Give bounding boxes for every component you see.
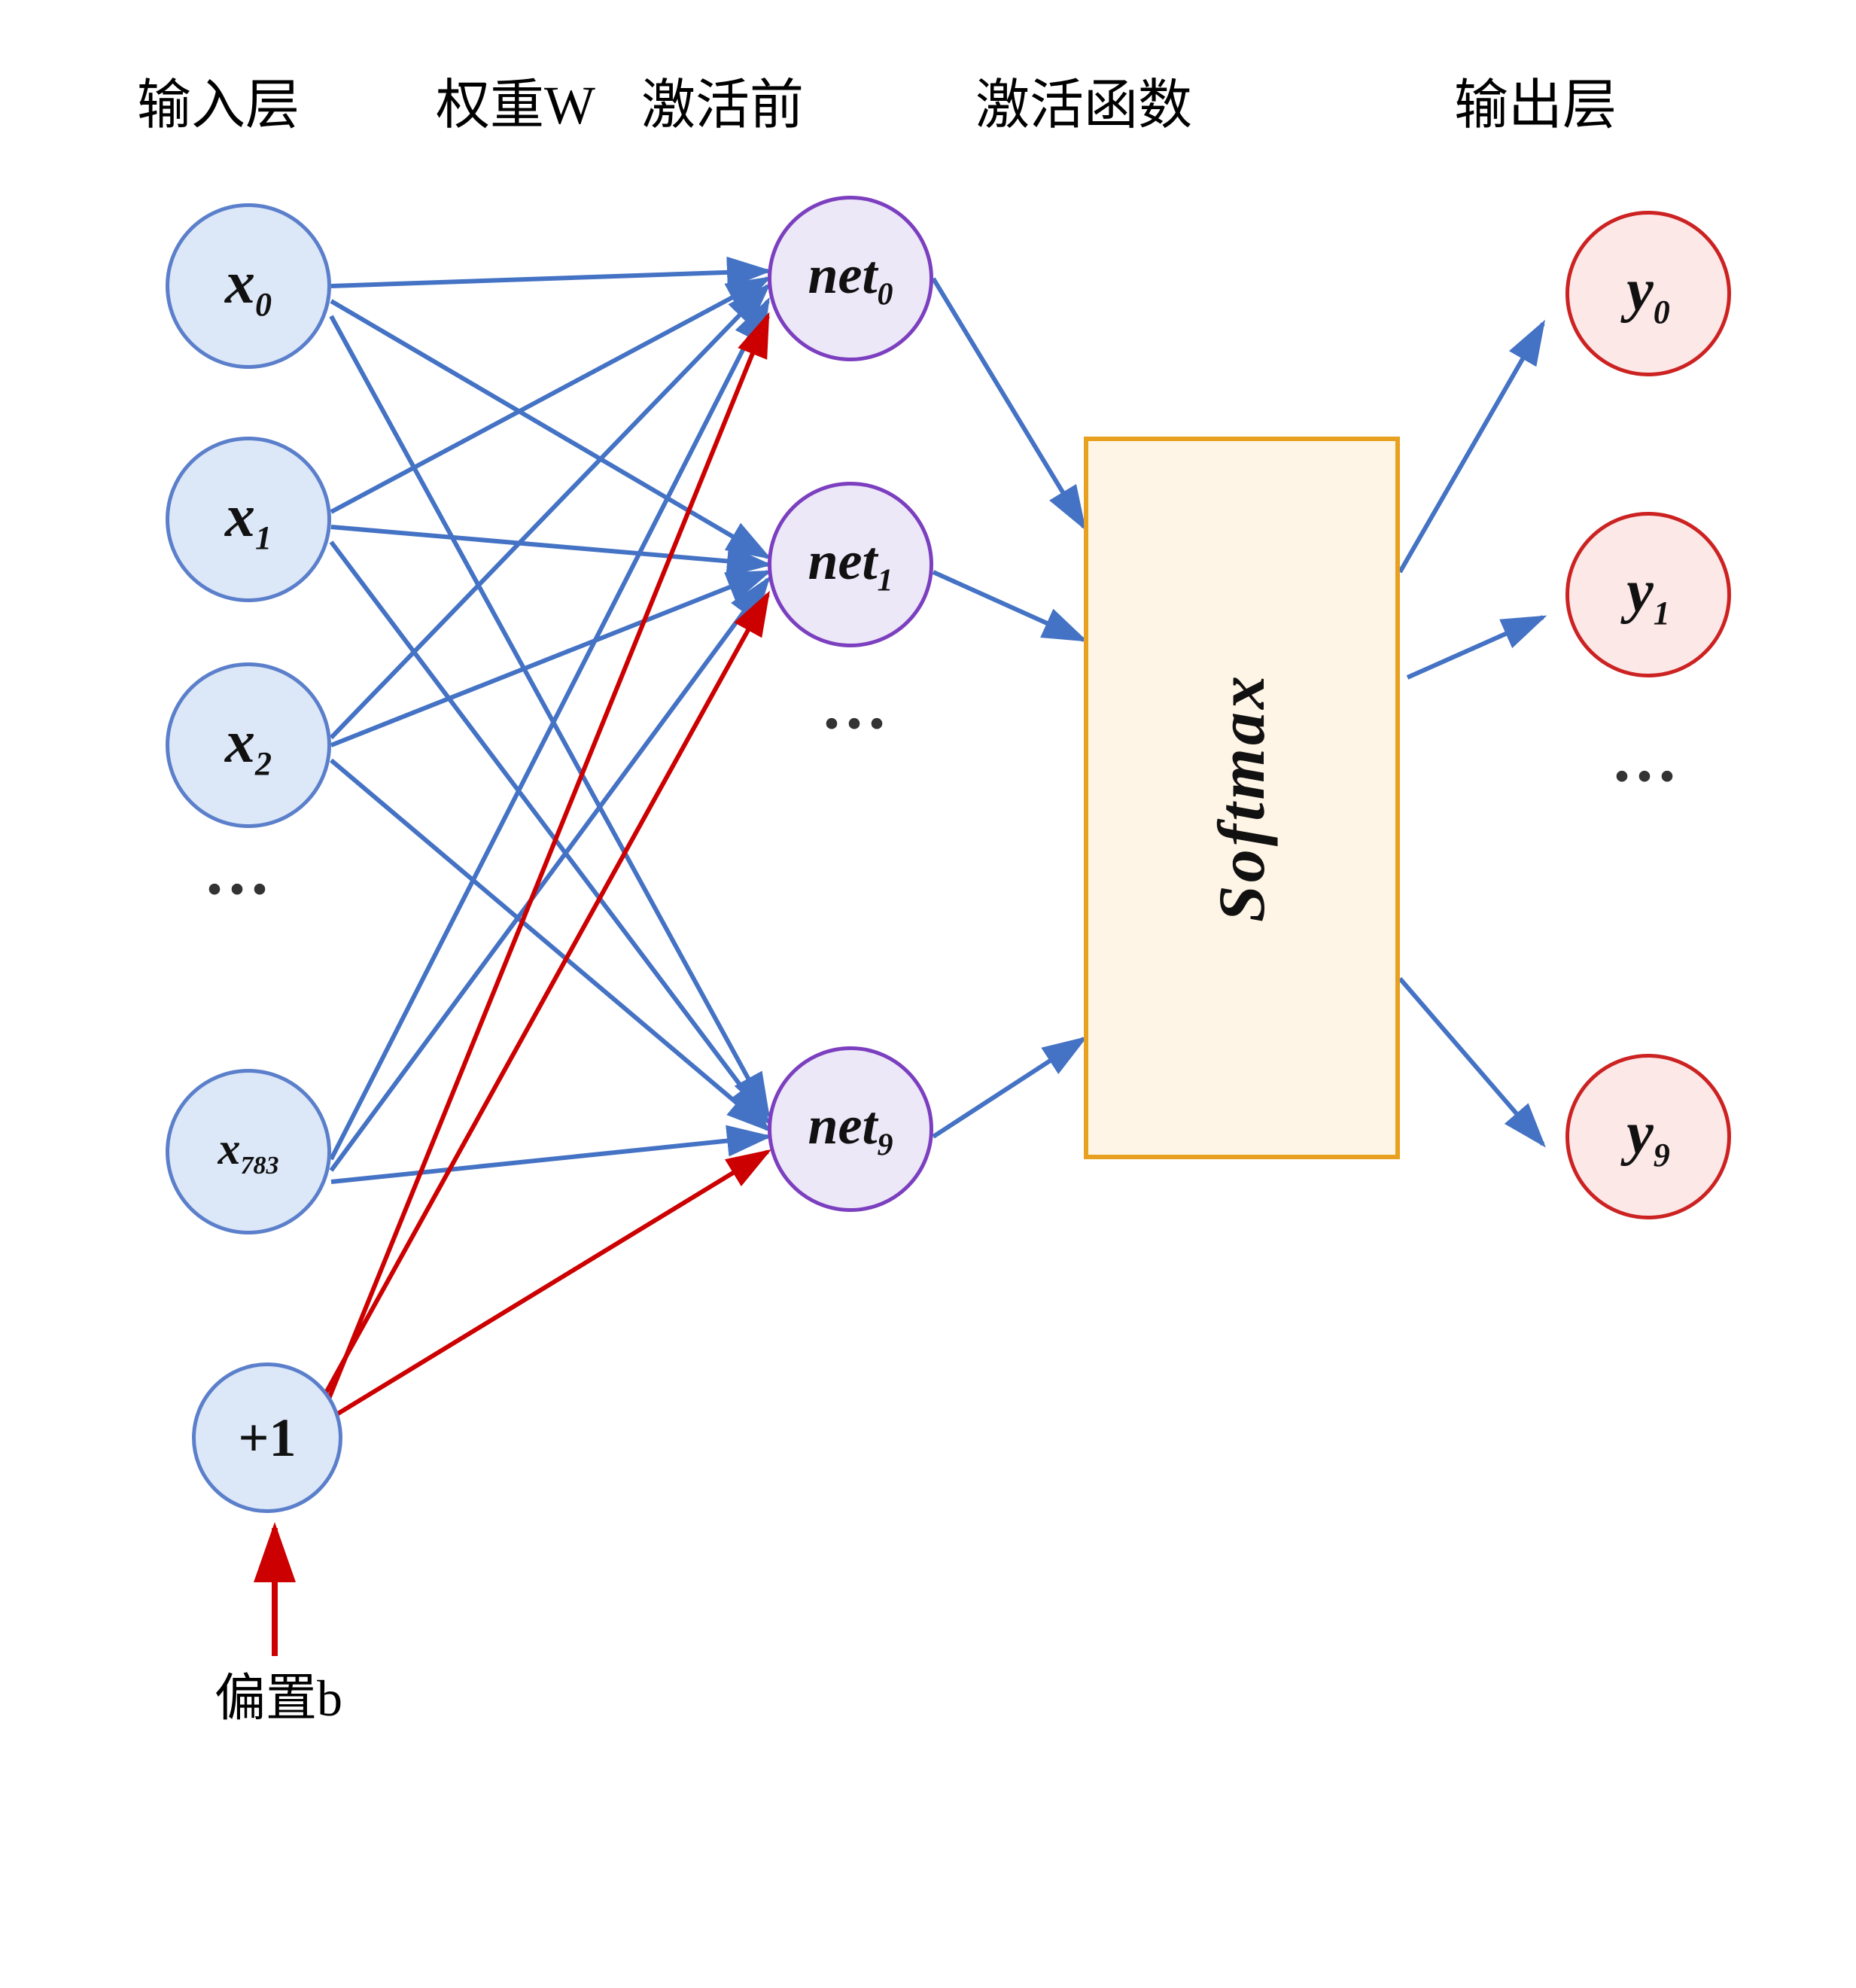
pre-activation-label: 激活前 — [617, 60, 828, 139]
softmax-box: Softmax — [1084, 437, 1400, 1159]
hidden-node-net0: net0 — [768, 196, 933, 361]
output-node-y1: y1 — [1565, 512, 1731, 677]
input-dots: ··· — [203, 851, 271, 928]
hidden-dots: ··· — [820, 685, 888, 763]
bias-label: 偏置b — [181, 1656, 376, 1731]
hidden-node-net1: net1 — [768, 482, 933, 647]
weight-label: 权重W — [421, 60, 610, 139]
output-dots: ··· — [1611, 738, 1678, 815]
bias-node: +1 — [192, 1362, 342, 1513]
output-node-y0: y0 — [1565, 211, 1731, 376]
output-layer-label: 输出层 — [1430, 60, 1641, 139]
softmax-label: Softmax — [1204, 673, 1280, 922]
hidden-node-net9: net9 — [768, 1046, 933, 1212]
output-node-y9: y9 — [1565, 1054, 1731, 1219]
input-node-x2: x2 — [166, 662, 331, 828]
neural-network-diagram: 输入层 权重W 激活前 激活函数 输出层 — [0, 0, 1856, 1988]
input-node-x1: x1 — [166, 437, 331, 602]
input-node-x0: x0 — [166, 203, 331, 369]
input-node-x783: x783 — [166, 1069, 331, 1235]
activation-func-label: 激活函数 — [963, 60, 1204, 139]
input-layer-label: 输入层 — [113, 60, 324, 139]
